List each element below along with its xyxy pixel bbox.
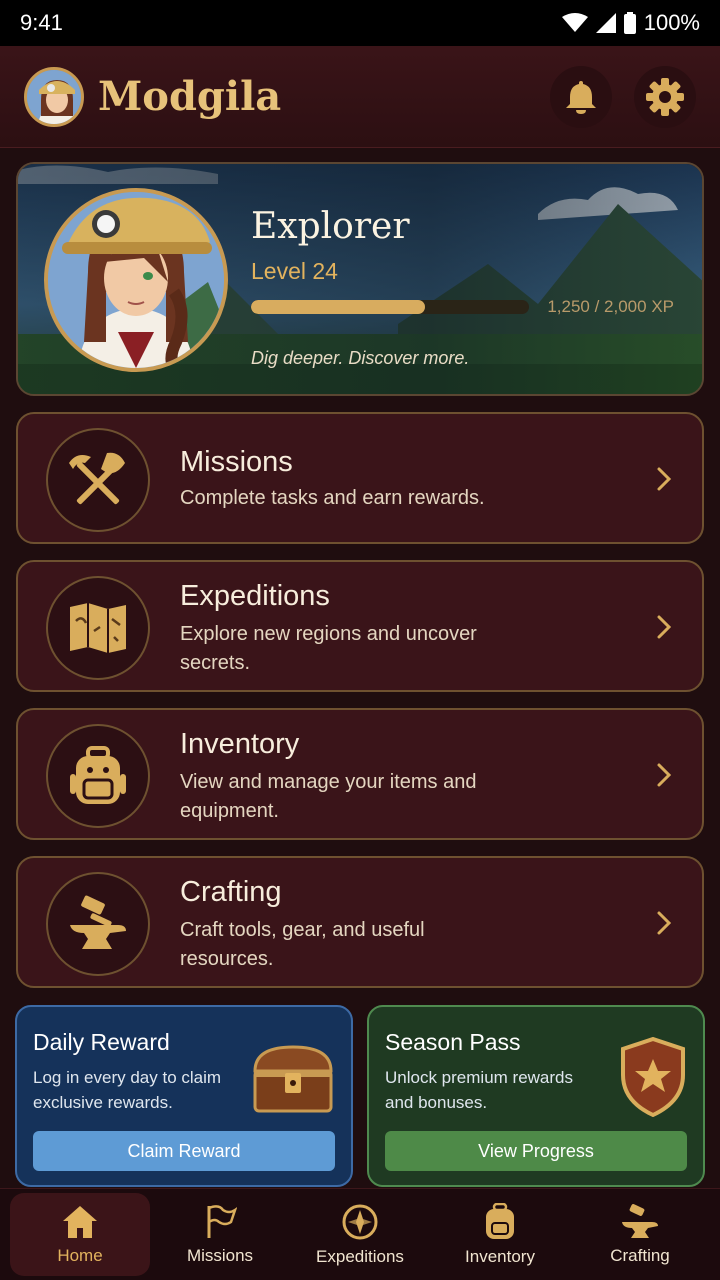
daily-reward-title: Daily Reward <box>33 1029 170 1055</box>
menu-title: Crafting <box>180 876 282 908</box>
shield-star-icon <box>621 1037 685 1117</box>
nav-label: Home <box>57 1245 103 1265</box>
menu-item-expeditions[interactable]: Expeditions Explore new regions and unco… <box>16 560 704 692</box>
menu-description: Craft tools, gear, and useful resources. <box>180 919 425 970</box>
treasure-chest-icon <box>253 1045 333 1113</box>
nav-label: Crafting <box>610 1245 670 1265</box>
settings-button[interactable] <box>634 65 696 128</box>
compass-icon <box>342 1204 378 1239</box>
anvil-icon <box>622 1203 658 1238</box>
nav-home[interactable]: Home <box>10 1193 150 1276</box>
nav-crafting[interactable]: Crafting <box>570 1193 710 1276</box>
menu-icon-container <box>46 724 150 828</box>
menu-icon-container <box>46 872 150 976</box>
claim-reward-button[interactable]: Claim Reward <box>33 1131 335 1171</box>
character-portrait <box>44 188 228 372</box>
menu-item-inventory[interactable]: Inventory View and manage your items and… <box>16 708 704 840</box>
menu-description: View and manage your items and equipment… <box>180 771 477 822</box>
profile-hero-card[interactable]: Explorer Level 24 1,250 / 2,000 XP Dig d… <box>16 162 704 396</box>
xp-text: 1,250 / 2,000 XP <box>547 297 674 316</box>
home-icon <box>63 1205 97 1238</box>
menu-title: Missions <box>180 446 293 478</box>
nav-label: Inventory <box>465 1246 535 1266</box>
menu-item-crafting[interactable]: Crafting Craft tools, gear, and useful r… <box>16 856 704 988</box>
shovel-pickaxe-icon <box>69 452 125 505</box>
chevron-right-icon <box>657 615 672 639</box>
chevron-right-icon <box>657 763 672 787</box>
season-pass-card: Season Pass Unlock premium rewards and b… <box>367 1005 705 1187</box>
nav-label: Missions <box>186 1245 254 1265</box>
player-name: Explorer <box>251 206 410 247</box>
nav-inventory[interactable]: Inventory <box>430 1193 570 1276</box>
bottom-nav: Home Missions Expeditions Inventory Craf… <box>0 1188 720 1280</box>
menu-title: Inventory <box>180 728 300 760</box>
status-bar: 9:41 100% <box>0 0 720 46</box>
nav-missions[interactable]: Missions <box>150 1193 290 1276</box>
hero-tagline: Dig deeper. Discover more. <box>251 348 470 368</box>
menu-title: Expeditions <box>180 580 330 612</box>
wifi-icon <box>561 13 588 32</box>
menu-description: Complete tasks and earn rewards. <box>180 487 485 509</box>
view-progress-button[interactable]: View Progress <box>385 1131 687 1171</box>
chevron-right-icon <box>657 467 672 491</box>
menu-icon-container <box>46 576 150 680</box>
app-header: Modgila <box>0 46 720 148</box>
season-pass-title: Season Pass <box>385 1029 521 1055</box>
signal-icon <box>595 13 616 33</box>
menu-icon-container <box>46 428 150 532</box>
daily-reward-description: Log in every day to claim exclusive rewa… <box>33 1068 222 1112</box>
bell-icon <box>566 80 596 114</box>
xp-progress-fill <box>251 300 425 314</box>
nav-expeditions[interactable]: Expeditions <box>290 1193 430 1276</box>
notifications-button[interactable] <box>550 65 612 128</box>
battery-percent: 100% <box>643 10 700 35</box>
chevron-right-icon <box>657 911 672 935</box>
player-level: Level 24 <box>251 258 338 284</box>
backpack-icon <box>70 746 126 804</box>
avatar[interactable] <box>24 66 84 127</box>
menu-item-missions[interactable]: Missions Complete tasks and earn rewards… <box>16 412 704 544</box>
daily-reward-card: Daily Reward Log in every day to claim e… <box>15 1005 353 1187</box>
menu-description: Explore new regions and uncover secrets. <box>180 623 477 674</box>
battery-icon <box>623 12 636 34</box>
xp-progress-bar <box>251 300 529 314</box>
flag-icon <box>207 1204 237 1238</box>
nav-label: Expeditions <box>316 1246 404 1266</box>
anvil-icon <box>70 895 126 949</box>
season-pass-description: Unlock premium rewards and bonuses. <box>385 1068 573 1112</box>
app-title: Modgila <box>98 73 282 120</box>
backpack-icon <box>486 1202 514 1239</box>
status-icons: 100% <box>561 10 700 36</box>
gear-icon <box>646 77 684 116</box>
status-time: 9:41 <box>20 10 63 35</box>
map-icon <box>70 603 126 653</box>
